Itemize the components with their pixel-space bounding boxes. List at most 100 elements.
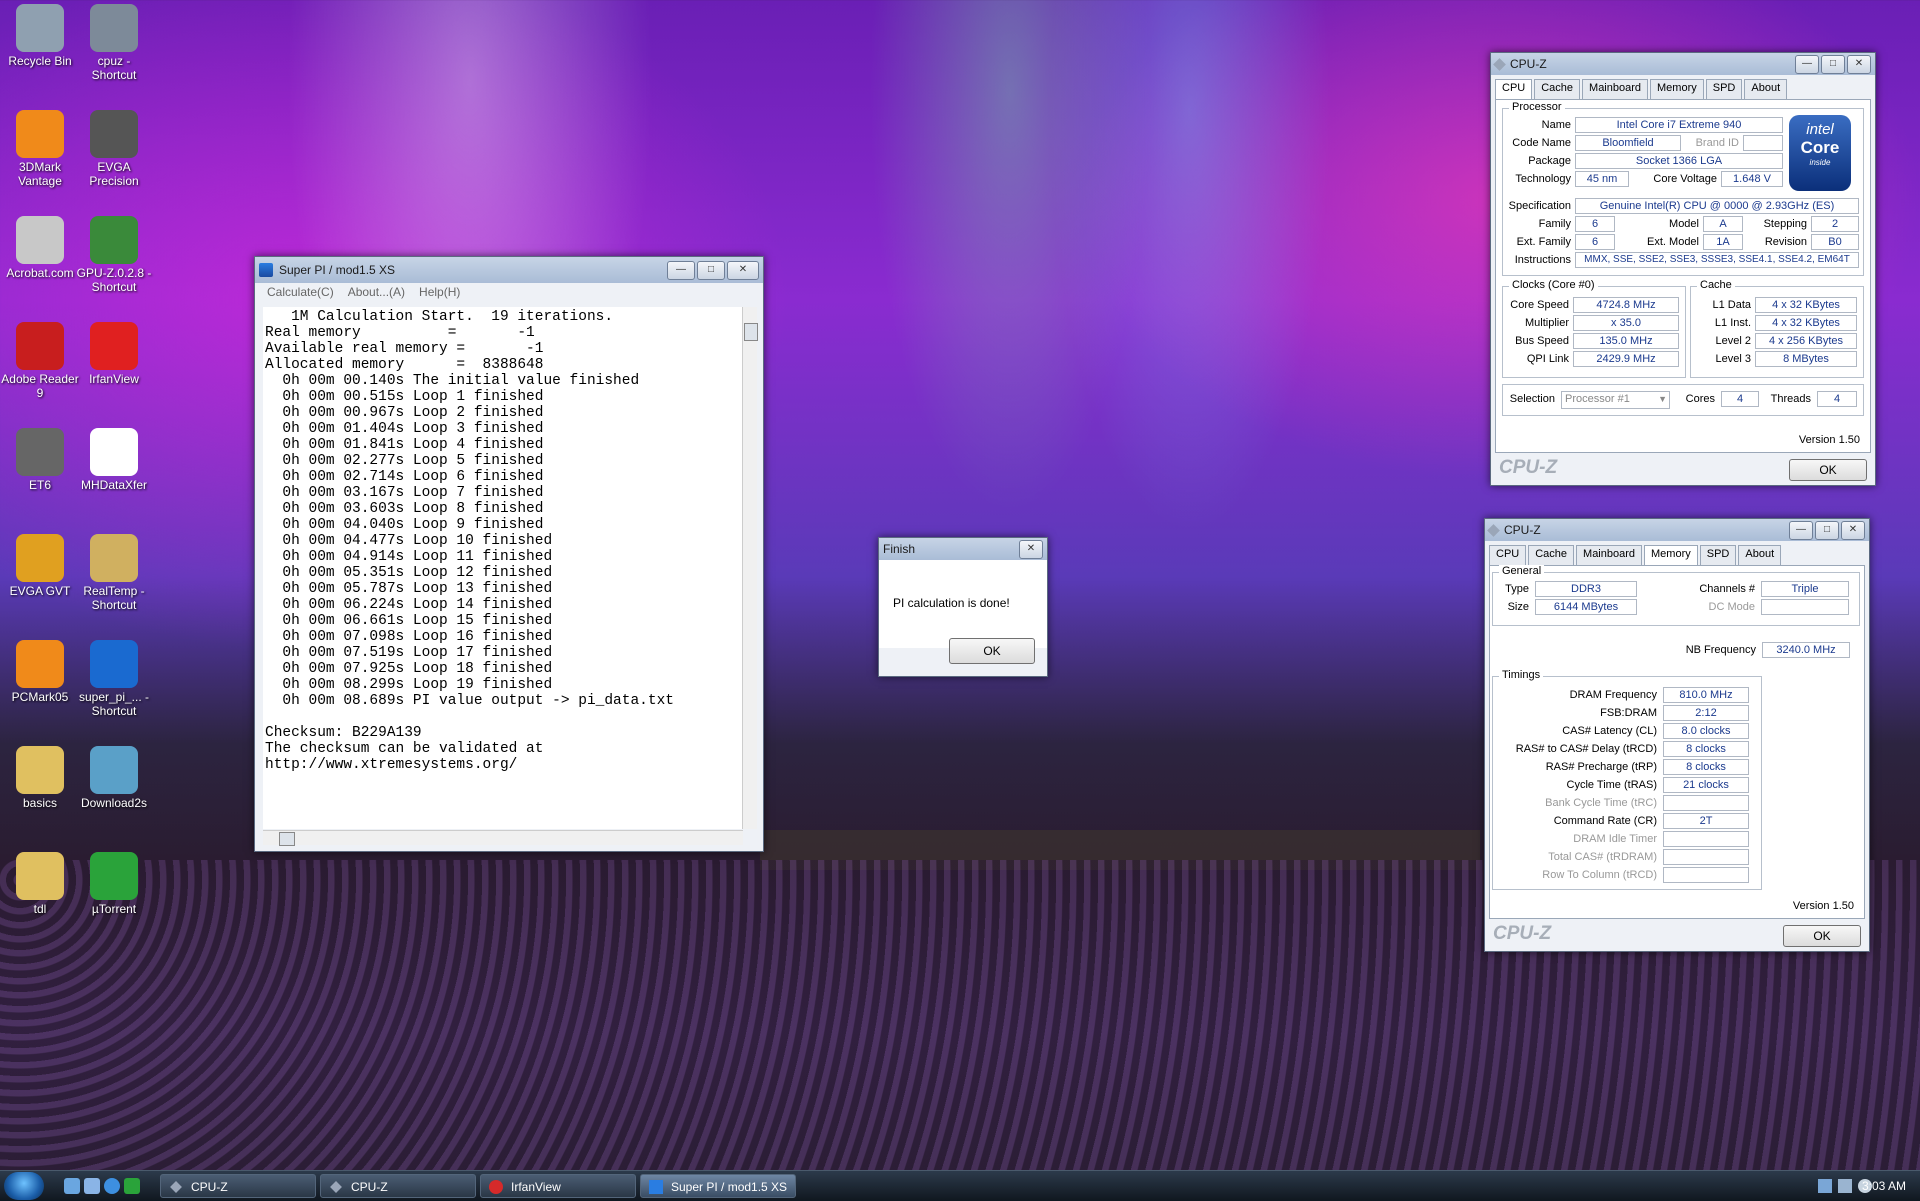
- menu-calculate[interactable]: Calculate(C): [267, 285, 334, 303]
- tab-cpu[interactable]: CPU: [1495, 79, 1533, 99]
- finish-dialog[interactable]: Finish ✕ PI calculation is done! OK: [878, 537, 1048, 677]
- app-icon: [16, 4, 64, 52]
- desktop-icon[interactable]: µTorrent: [74, 852, 154, 916]
- desktop-icon[interactable]: cpuz - Shortcut: [74, 4, 154, 82]
- desktop-icon[interactable]: RealTemp - Shortcut: [74, 534, 154, 612]
- superpi-output[interactable]: 1M Calculation Start. 19 iterations. Real…: [263, 307, 743, 829]
- desktop-icon[interactable]: IrfanView: [74, 322, 154, 386]
- taskbar-button-superpi[interactable]: Super PI / mod1.5 XS: [640, 1174, 796, 1198]
- cpuz-memory-window[interactable]: CPU-Z — □ ✕ CPU Cache Mainboard Memory S…: [1484, 518, 1870, 952]
- tab-mainboard[interactable]: Mainboard: [1576, 545, 1643, 565]
- utorrent-icon[interactable]: [124, 1178, 140, 1194]
- taskbar-button-irfanview[interactable]: IrfanView: [480, 1174, 636, 1198]
- maximize-button[interactable]: □: [697, 260, 725, 280]
- channels-value: Triple: [1761, 581, 1849, 597]
- tab-memory[interactable]: Memory: [1650, 79, 1704, 99]
- maximize-button[interactable]: □: [1821, 54, 1845, 74]
- output-line: Real memory = -1: [265, 325, 535, 341]
- cpuz-tabs: CPU Cache Mainboard Memory SPD About: [1491, 75, 1875, 99]
- menu-help[interactable]: Help(H): [419, 285, 460, 303]
- ok-button[interactable]: OK: [949, 638, 1035, 664]
- ok-button[interactable]: OK: [1783, 925, 1861, 947]
- minimize-button[interactable]: —: [667, 260, 695, 280]
- show-desktop-icon[interactable]: [64, 1178, 80, 1194]
- dc-mode-label: DC Mode: [1708, 601, 1755, 613]
- close-button[interactable]: ✕: [1019, 539, 1043, 559]
- desktop-icon[interactable]: ET6: [0, 428, 80, 492]
- output-line: 0h 00m 03.167s Loop 7 finished: [265, 485, 544, 501]
- menu-about[interactable]: About...(A): [348, 285, 405, 303]
- system-clock[interactable]: 3:03 AM: [1862, 1179, 1906, 1193]
- family-label: Family: [1538, 218, 1571, 230]
- scroll-thumb[interactable]: [744, 323, 758, 341]
- superpi-titlebar[interactable]: Super PI / mod1.5 XS — □ ✕: [255, 257, 763, 283]
- desktop-icon[interactable]: tdl: [0, 852, 80, 916]
- cpuz-titlebar[interactable]: CPU-Z — □ ✕: [1491, 53, 1875, 75]
- app-icon: [90, 852, 138, 900]
- close-button[interactable]: ✕: [1847, 54, 1871, 74]
- selection-label: Selection: [1509, 393, 1555, 405]
- voltage-value: 1.648 V: [1721, 171, 1783, 187]
- minimize-button[interactable]: —: [1789, 520, 1813, 540]
- maximize-button[interactable]: □: [1815, 520, 1839, 540]
- desktop-icon[interactable]: Recycle Bin: [0, 4, 80, 68]
- desktop-icon-label: ET6: [28, 478, 51, 492]
- cpuz-titlebar[interactable]: CPU-Z — □ ✕: [1485, 519, 1869, 541]
- desktop-icon[interactable]: Download2s: [74, 746, 154, 810]
- processor-select[interactable]: Processor #1 ▼: [1561, 391, 1670, 409]
- cpuz-cpu-window[interactable]: CPU-Z — □ ✕ CPU Cache Mainboard Memory S…: [1490, 52, 1876, 486]
- tab-cpu[interactable]: CPU: [1489, 545, 1527, 565]
- tab-mainboard[interactable]: Mainboard: [1582, 79, 1649, 99]
- monitor-icon[interactable]: [1838, 1179, 1852, 1193]
- app-icon: [90, 216, 138, 264]
- desktop-icon-label: IrfanView: [89, 372, 139, 386]
- desktop-icon-label: Recycle Bin: [8, 54, 72, 68]
- desktop-icon-label: tdl: [33, 902, 47, 916]
- app-icon: [16, 428, 64, 476]
- desktop-icon[interactable]: super_pi_... - Shortcut: [74, 640, 154, 718]
- tab-cache[interactable]: Cache: [1528, 545, 1575, 565]
- vertical-scrollbar[interactable]: [742, 307, 758, 829]
- cpuz-tabs: CPU Cache Mainboard Memory SPD About: [1485, 541, 1869, 565]
- taskbar-button-cpuz-2[interactable]: CPU-Z: [320, 1174, 476, 1198]
- finish-titlebar[interactable]: Finish ✕: [879, 538, 1047, 560]
- timing-label: FSB:DRAM: [1600, 707, 1657, 719]
- desktop-icon[interactable]: 3DMark Vantage: [0, 110, 80, 188]
- horizontal-scrollbar[interactable]: [263, 830, 743, 846]
- scroll-thumb[interactable]: [279, 832, 295, 846]
- superpi-window[interactable]: Super PI / mod1.5 XS — □ ✕ Calculate(C) …: [254, 256, 764, 852]
- app-icon: [90, 534, 138, 582]
- desktop-icon[interactable]: MHDataXfer: [74, 428, 154, 492]
- tab-memory[interactable]: Memory: [1644, 545, 1698, 565]
- tab-spd[interactable]: SPD: [1699, 545, 1737, 565]
- model-value: A: [1703, 216, 1743, 232]
- technology-label: Technology: [1515, 173, 1571, 185]
- minimize-button[interactable]: —: [1795, 54, 1819, 74]
- desktop-icon[interactable]: Acrobat.com: [0, 216, 80, 280]
- desktop-icon[interactable]: EVGA GVT: [0, 534, 80, 598]
- ext-model-value: 1A: [1703, 234, 1743, 250]
- multiplier-label: Multiplier: [1524, 317, 1569, 329]
- close-button[interactable]: ✕: [1841, 520, 1865, 540]
- taskbar-button-cpuz-1[interactable]: CPU-Z: [160, 1174, 316, 1198]
- close-button[interactable]: ✕: [727, 260, 759, 280]
- tab-about[interactable]: About: [1738, 545, 1782, 565]
- timing-value: 2:12: [1663, 705, 1749, 721]
- stepping-value: 2: [1811, 216, 1859, 232]
- start-button[interactable]: [4, 1172, 44, 1200]
- internet-explorer-icon[interactable]: [104, 1178, 120, 1194]
- desktop-icon[interactable]: PCMark05: [0, 640, 80, 704]
- desktop-icon[interactable]: basics: [0, 746, 80, 810]
- tab-about[interactable]: About: [1744, 79, 1788, 99]
- output-line: 0h 00m 05.787s Loop 13 finished: [265, 581, 553, 597]
- timing-value: [1663, 831, 1749, 847]
- tab-spd[interactable]: SPD: [1705, 79, 1743, 99]
- desktop-icon[interactable]: GPU-Z.0.2.8 - Shortcut: [74, 216, 154, 294]
- desktop-icon[interactable]: Adobe Reader 9: [0, 322, 80, 400]
- switch-windows-icon[interactable]: [84, 1178, 100, 1194]
- timing-value: [1663, 849, 1749, 865]
- tab-cache[interactable]: Cache: [1534, 79, 1581, 99]
- network-icon[interactable]: [1818, 1179, 1832, 1193]
- ok-button[interactable]: OK: [1789, 459, 1867, 481]
- desktop-icon[interactable]: EVGA Precision: [74, 110, 154, 188]
